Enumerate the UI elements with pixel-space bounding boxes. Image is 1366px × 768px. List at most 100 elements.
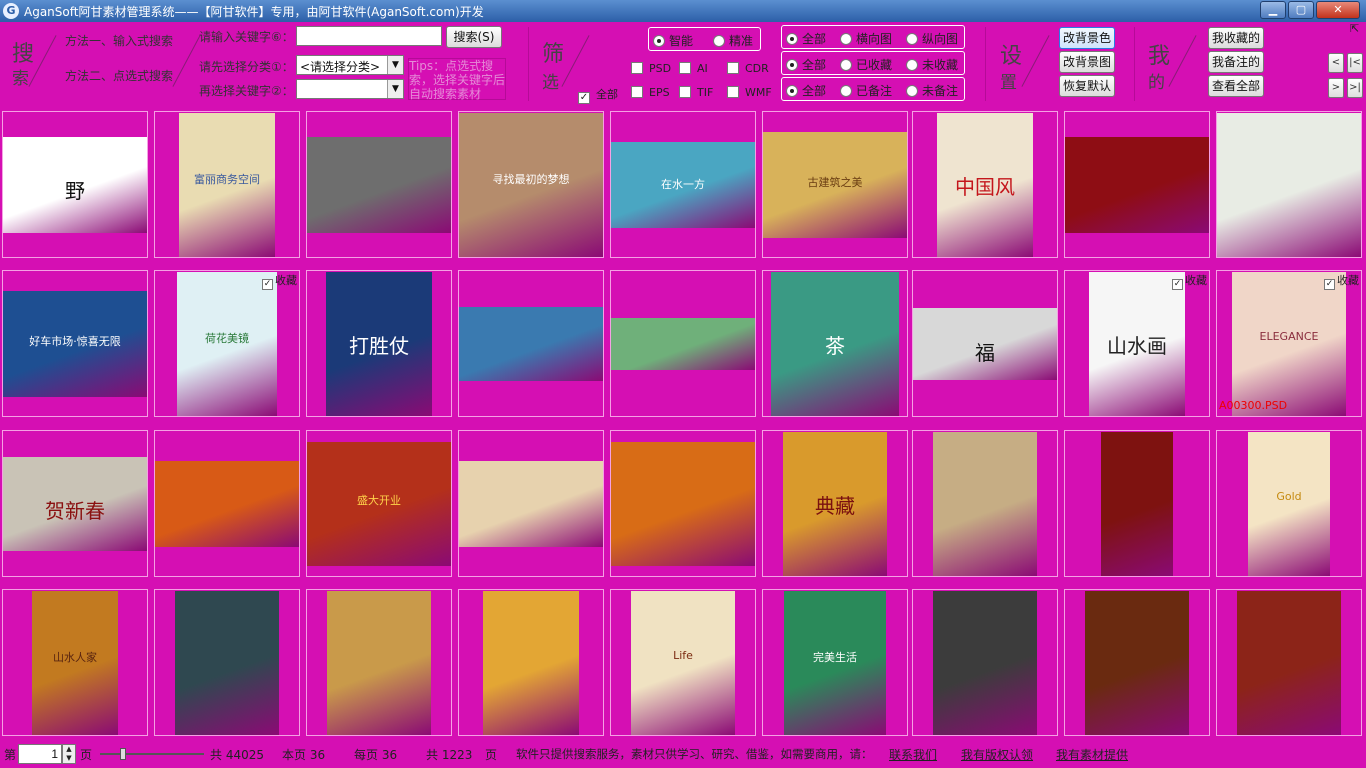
keyword2-select[interactable]: ▼ [296, 79, 404, 99]
thumbnail-image[interactable] [483, 590, 579, 735]
thumbnail-image[interactable] [611, 441, 755, 566]
contact-us-link[interactable]: 联系我们 [889, 746, 937, 763]
type-psd-checkbox[interactable]: PSD [631, 62, 671, 75]
thumbnail-image[interactable]: ELEGANCE [1232, 271, 1346, 416]
fav-no-radio[interactable]: 未收藏 [906, 56, 958, 73]
thumbnail-cell[interactable] [458, 589, 604, 736]
favorite-checkbox[interactable]: ✓ 收藏 [1324, 272, 1359, 290]
thumbnail-cell[interactable] [912, 589, 1058, 736]
restore-default-button[interactable]: 恢复默认 [1059, 75, 1115, 97]
thumbnail-cell[interactable] [1064, 589, 1210, 736]
favorite-checkbox[interactable]: ✓ 收藏 [1172, 272, 1207, 290]
thumbnail-image[interactable] [611, 317, 755, 370]
thumbnail-image[interactable]: 贺新春 [3, 456, 147, 551]
thumbnail-image[interactable] [1217, 112, 1361, 257]
thumbnail-image[interactable]: 打胜仗 [326, 271, 432, 416]
slider-handle[interactable] [120, 748, 126, 760]
thumbnail-image[interactable] [459, 460, 603, 547]
search-button[interactable]: 搜索(S) [446, 26, 502, 48]
thumbnail-image[interactable]: 茶 [771, 271, 899, 416]
thumbnail-image[interactable] [155, 460, 299, 547]
thumbnail-cell[interactable]: 福 [912, 270, 1058, 417]
thumbnail-image[interactable] [1101, 431, 1173, 576]
thumbnail-image[interactable] [327, 590, 431, 735]
thumbnail-cell[interactable] [154, 430, 300, 577]
thumbnail-cell[interactable]: 典藏 [762, 430, 908, 577]
thumbnail-cell[interactable] [154, 589, 300, 736]
thumbnail-image[interactable] [307, 136, 451, 233]
thumbnail-image[interactable]: 典藏 [783, 431, 887, 576]
favorite-checkbox[interactable]: ✓ 收藏 [262, 272, 297, 290]
thumbnail-cell[interactable]: 盛大开业 [306, 430, 452, 577]
orient-horizontal-radio[interactable]: 横向图 [840, 30, 892, 47]
thumbnail-image[interactable]: 寻找最初的梦想 [459, 112, 603, 257]
note-all-radio[interactable]: 全部 [786, 82, 826, 99]
orient-all-radio[interactable]: 全部 [786, 30, 826, 47]
thumbnail-cell[interactable]: 山水人家 [2, 589, 148, 736]
thumbnail-cell[interactable]: 茶 [762, 270, 908, 417]
page-spinner[interactable]: ▲ ▼ [62, 744, 76, 764]
thumbnail-image[interactable] [175, 590, 279, 735]
thumbnail-image[interactable]: 完美生活 [784, 590, 886, 735]
thumbnail-image[interactable] [1237, 590, 1341, 735]
thumbnail-cell[interactable] [1216, 111, 1362, 258]
match-exact-radio[interactable]: 精准 [713, 32, 753, 49]
thumbnail-cell[interactable] [306, 589, 452, 736]
note-no-radio[interactable]: 未备注 [906, 82, 958, 99]
thumbnail-image[interactable]: 富丽商务空间 [179, 112, 275, 257]
thumbnail-cell[interactable]: Life [610, 589, 756, 736]
thumbnail-cell[interactable]: 中国风 [912, 111, 1058, 258]
maximize-button[interactable]: ▢ [1288, 1, 1314, 19]
zoom-slider[interactable] [100, 748, 204, 760]
last-page-button[interactable]: >| [1347, 78, 1363, 98]
first-page-button[interactable]: |< [1347, 53, 1363, 73]
thumbnail-image[interactable] [1085, 590, 1189, 735]
thumbnail-cell[interactable]: 富丽商务空间 [154, 111, 300, 258]
thumbnail-image[interactable]: 山水人家 [32, 590, 118, 735]
thumbnail-cell[interactable]: 打胜仗 [306, 270, 452, 417]
pin-icon[interactable]: ⇱ [1350, 22, 1359, 35]
next-page-button[interactable]: > [1328, 78, 1344, 98]
thumbnail-cell[interactable] [912, 430, 1058, 577]
thumbnail-cell[interactable]: 完美生活 [762, 589, 908, 736]
prev-page-button[interactable]: < [1328, 53, 1344, 73]
thumbnail-cell[interactable]: 贺新春 [2, 430, 148, 577]
my-favorites-button[interactable]: 我收藏的 [1208, 27, 1264, 49]
view-all-button[interactable]: 查看全部 [1208, 75, 1264, 97]
type-all-checkbox[interactable]: ✓ 全部 [578, 86, 618, 104]
thumbnail-image[interactable]: 古建筑之美 [763, 131, 907, 238]
minimize-button[interactable]: ▁ [1260, 1, 1286, 19]
thumbnail-cell[interactable]: Gold [1216, 430, 1362, 577]
thumbnail-cell[interactable]: 好车市场·惊喜无限 [2, 270, 148, 417]
thumbnail-image[interactable] [1065, 136, 1209, 233]
thumbnail-image[interactable]: 福 [913, 307, 1057, 380]
thumbnail-cell[interactable]: 寻找最初的梦想 [458, 111, 604, 258]
thumbnail-image[interactable]: Life [631, 590, 735, 735]
type-wmf-checkbox[interactable]: WMF [727, 86, 772, 99]
thumbnail-image[interactable]: 荷花美镜 [177, 271, 277, 416]
thumbnail-image[interactable] [933, 590, 1037, 735]
thumbnail-image[interactable]: 中国风 [937, 112, 1033, 257]
thumbnail-image[interactable]: 盛大开业 [307, 441, 451, 566]
my-notes-button[interactable]: 我备注的 [1208, 51, 1264, 73]
thumbnail-cell[interactable]: 在水一方 [610, 111, 756, 258]
thumbnail-cell[interactable] [458, 430, 604, 577]
type-ai-checkbox[interactable]: AI [679, 62, 708, 75]
close-button[interactable]: ✕ [1316, 1, 1360, 19]
type-cdr-checkbox[interactable]: CDR [727, 62, 769, 75]
thumbnail-cell[interactable]: 山水画 ✓ 收藏 [1064, 270, 1210, 417]
thumbnail-image[interactable]: 野 [3, 136, 147, 233]
thumbnail-cell[interactable] [1216, 589, 1362, 736]
thumbnail-cell[interactable] [610, 430, 756, 577]
change-bgcolor-button[interactable]: 改背景色 [1059, 27, 1115, 49]
thumbnail-cell[interactable]: 古建筑之美 [762, 111, 908, 258]
thumbnail-image[interactable] [933, 431, 1037, 576]
match-smart-radio[interactable]: 智能 [653, 32, 693, 49]
type-eps-checkbox[interactable]: EPS [631, 86, 670, 99]
category-select[interactable]: <请选择分类> ▼ [296, 55, 404, 75]
thumbnail-cell[interactable] [1064, 111, 1210, 258]
type-tif-checkbox[interactable]: TIF [679, 86, 713, 99]
note-yes-radio[interactable]: 已备注 [840, 82, 892, 99]
thumbnail-cell[interactable] [306, 111, 452, 258]
fav-yes-radio[interactable]: 已收藏 [840, 56, 892, 73]
